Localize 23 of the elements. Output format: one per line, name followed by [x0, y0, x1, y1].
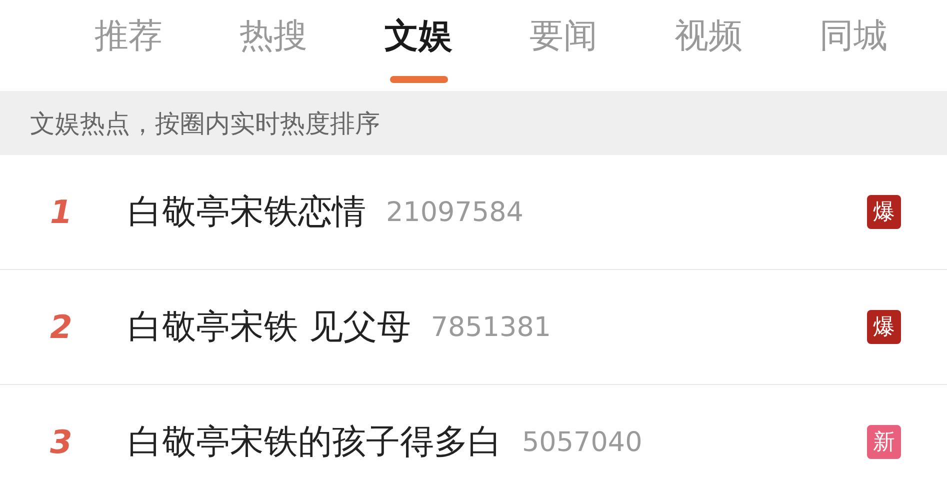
tab[interactable]: 热搜 — [201, 0, 346, 91]
heat-count: 21097584 — [386, 196, 524, 228]
list-row[interactable]: 2 白敬亭宋铁 见父母 7851381 爆 — [0, 270, 947, 385]
rank-number: 1 — [50, 193, 74, 231]
topic-title: 白敬亭宋铁恋情 — [128, 191, 366, 234]
rank-number: 2 — [50, 308, 74, 346]
active-tab-indicator — [390, 76, 448, 83]
status-badge: 爆 — [867, 310, 901, 344]
status-badge: 爆 — [867, 195, 901, 229]
banner-text: 文娱热点，按圈内实时热度排序 — [30, 108, 380, 140]
tab[interactable]: 文娱 — [346, 0, 491, 91]
tab[interactable]: 推荐 — [56, 0, 201, 91]
status-badge: 新 — [867, 425, 901, 459]
tab[interactable]: 同城 — [781, 0, 926, 91]
list-row[interactable]: 1 白敬亭宋铁恋情 21097584 爆 — [0, 155, 947, 270]
tab[interactable]: 要闻 — [491, 0, 636, 91]
list-row[interactable]: 3 白敬亭宋铁的孩子得多白 5057040 新 — [0, 385, 947, 492]
heat-count: 7851381 — [430, 312, 552, 342]
tab[interactable]: 视频 — [636, 0, 781, 91]
topic-title: 白敬亭宋铁 见父母 — [128, 306, 411, 349]
heat-count: 5057040 — [522, 426, 642, 458]
rank-number: 3 — [50, 423, 74, 461]
topic-title: 白敬亭宋铁的孩子得多白 — [128, 421, 502, 464]
